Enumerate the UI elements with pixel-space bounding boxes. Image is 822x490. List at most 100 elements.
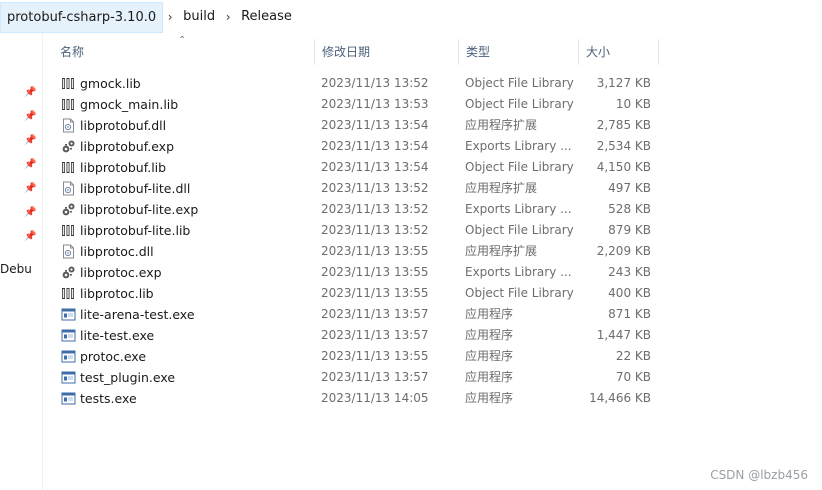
file-type: 应用程序扩展 [465,118,538,132]
exe-icon [61,391,76,406]
exp-icon [61,265,76,280]
exe-icon [61,307,76,322]
file-modified-date: 2023/11/13 13:57 [321,307,429,321]
pin-icon: 📌 [24,135,37,146]
file-size: 14,466 KB [589,391,651,405]
file-name: libprotobuf.lib [80,160,167,175]
breadcrumb-spacer [298,0,318,33]
file-modified-date: 2023/11/13 13:55 [321,349,429,363]
file-type: Object File Library [465,97,574,111]
file-row[interactable]: libprotoc.dll 2023/11/13 13:55 应用程序扩展 2,209… [42,241,662,262]
file-row[interactable]: libprotoc.lib 2023/11/13 13:55 Object File… [42,283,662,304]
file-name: gmock_main.lib [80,97,179,112]
dll-icon [61,118,76,133]
breadcrumb-item-build[interactable]: build [177,0,221,33]
navigation-pane: 📌 📌 📌 📌 📌 📌 📌 Debu [0,33,43,490]
file-type: 应用程序 [465,391,514,405]
file-size: 243 KB [608,265,651,279]
exe-icon [61,349,76,364]
breadcrumb-separator-icon[interactable]: › [163,0,177,33]
pin-icon: 📌 [24,159,37,170]
file-type: Exports Library ... [465,265,572,279]
file-name: libprotobuf-lite.dll [80,181,191,196]
nav-item-label[interactable]: Debu [0,262,32,276]
exp-icon [61,202,76,217]
file-size: 2,534 KB [596,139,651,153]
file-size: 3,127 KB [596,76,651,90]
file-size: 497 KB [608,181,651,195]
file-name: test_plugin.exe [80,370,176,385]
file-modified-date: 2023/11/13 13:54 [321,160,429,174]
file-name: libprotoc.exp [80,265,162,280]
column-divider[interactable] [658,39,659,65]
file-explorer-window: protobuf-csharp-3.10.0 › build › Release… [0,0,822,490]
file-size: 70 KB [615,370,651,384]
file-type: 应用程序扩展 [465,181,538,195]
column-header-type[interactable]: 类型 [458,33,578,69]
file-type: 应用程序 [465,307,514,321]
breadcrumb-separator-icon[interactable]: › [221,0,235,33]
file-modified-date: 2023/11/13 13:52 [321,181,429,195]
dll-icon [61,244,76,259]
sort-ascending-icon: ⌃ [178,35,187,46]
file-size: 400 KB [608,286,651,300]
watermark-text: CSDN @lbzb456 [710,468,808,482]
file-row[interactable]: libprotobuf.dll 2023/11/13 13:54 应用程序扩展 2,7… [42,115,662,136]
file-type: Exports Library ... [465,202,572,216]
file-row[interactable]: protoc.exe 2023/11/13 13:55 应用程序 22 KB [42,346,662,367]
file-modified-date: 2023/11/13 13:52 [321,76,429,90]
file-type: Object File Library [465,223,574,237]
file-type: Exports Library ... [465,139,572,153]
exe-icon [61,328,76,343]
address-bar-empty-area[interactable] [317,0,822,33]
file-row[interactable]: libprotobuf-lite.exp 2023/11/13 13:52 Expo… [42,199,662,220]
column-header-row: 名称 ⌃ 修改日期 类型 大小 [42,33,822,69]
file-size: 2,785 KB [596,118,651,132]
file-name: libprotoc.lib [80,286,154,301]
column-header-size-label: 大小 [586,44,611,59]
lib-icon [61,286,76,301]
exp-icon [61,139,76,154]
file-row[interactable]: libprotoc.exp 2023/11/13 13:55 Exports Lib… [42,262,662,283]
file-type: 应用程序 [465,328,514,342]
file-row[interactable]: lite-arena-test.exe 2023/11/13 13:57 应用程序 8… [42,304,662,325]
file-size: 10 KB [615,97,651,111]
file-size: 1,447 KB [596,328,651,342]
file-row[interactable]: tests.exe 2023/11/13 14:05 应用程序 14,466 KB [42,388,662,409]
file-modified-date: 2023/11/13 13:53 [321,97,429,111]
file-type: 应用程序 [465,349,514,363]
pin-icon: 📌 [24,183,37,194]
file-row[interactable]: libprotobuf.lib 2023/11/13 13:54 Object Fi… [42,157,662,178]
file-row[interactable]: libprotobuf-lite.dll 2023/11/13 13:52 应用程序… [42,178,662,199]
file-type: Object File Library [465,286,574,300]
lib-icon [61,160,76,175]
column-header-date[interactable]: 修改日期 [314,33,458,69]
breadcrumb-item-release[interactable]: Release [235,0,298,33]
column-header-type-label: 类型 [466,44,491,59]
file-name: libprotobuf.dll [80,118,167,133]
file-size: 22 KB [615,349,651,363]
file-row[interactable]: gmock.lib 2023/11/13 13:52 Object File Lib… [42,73,662,94]
breadcrumb-item-root[interactable]: protobuf-csharp-3.10.0 [0,1,164,33]
file-modified-date: 2023/11/13 13:52 [321,223,429,237]
file-row[interactable]: libprotobuf-lite.lib 2023/11/13 13:52 Obje… [42,220,662,241]
file-row[interactable]: lite-test.exe 2023/11/13 13:57 应用程序 1,447 K… [42,325,662,346]
column-header-date-label: 修改日期 [322,44,371,59]
breadcrumb: protobuf-csharp-3.10.0 › build › Release [0,0,822,33]
file-name: libprotobuf-lite.lib [80,223,191,238]
file-type: Object File Library [465,76,574,90]
column-header-size[interactable]: 大小 [578,33,658,69]
file-modified-date: 2023/11/13 13:55 [321,265,429,279]
file-row[interactable]: test_plugin.exe 2023/11/13 13:57 应用程序 70 KB [42,367,662,388]
file-modified-date: 2023/11/13 13:52 [321,202,429,216]
file-name: tests.exe [80,391,137,406]
file-row[interactable]: gmock_main.lib 2023/11/13 13:53 Object Fil… [42,94,662,115]
pin-icon: 📌 [24,207,37,218]
file-name: libprotoc.dll [80,244,154,259]
lib-icon [61,97,76,112]
file-type: 应用程序 [465,370,514,384]
pin-icon: 📌 [24,111,37,122]
file-row[interactable]: libprotobuf.exp 2023/11/13 13:54 Exports L… [42,136,662,157]
column-header-name-label: 名称 [60,44,85,59]
file-modified-date: 2023/11/13 13:55 [321,244,429,258]
